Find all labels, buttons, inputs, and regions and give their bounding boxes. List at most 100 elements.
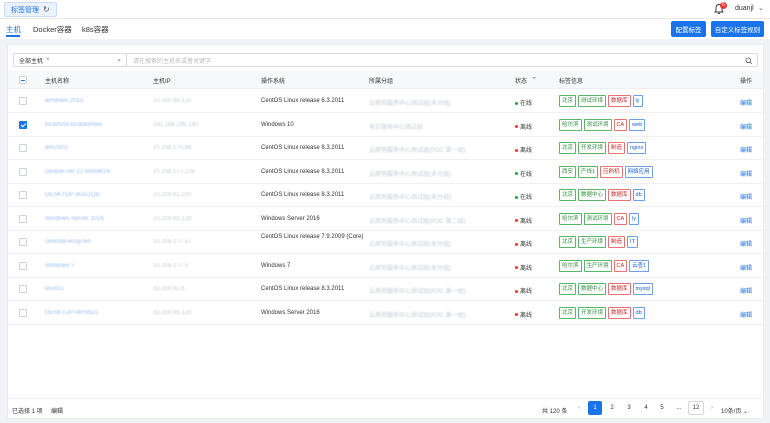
edit-link[interactable]: 编辑: [740, 286, 752, 295]
status-dot-icon: [515, 148, 518, 152]
tag-chip: ly: [632, 95, 643, 107]
col-tags: 标签信息: [559, 79, 584, 85]
edit-link[interactable]: 编辑: [740, 239, 752, 248]
tab-docker[interactable]: Docker容器: [33, 24, 72, 35]
row-checkbox[interactable]: [19, 261, 27, 270]
status-text: 离线: [520, 289, 533, 295]
row-checkbox[interactable]: [19, 308, 27, 317]
tab-tag-management[interactable]: 标签管理 ↻: [4, 2, 57, 17]
row-checkbox[interactable]: [19, 120, 27, 129]
prev-page-button[interactable]: ‹: [572, 401, 586, 415]
hostname-link[interactable]: win2003: [45, 145, 67, 151]
page-3[interactable]: 3: [622, 401, 636, 415]
table-row[interactable]: Windows 7 10.208.177.5 Windows 7 云原则服务中心测试组…: [8, 255, 763, 278]
edit-link[interactable]: 编辑: [740, 169, 752, 178]
edit-link[interactable]: 编辑: [740, 310, 752, 319]
table-row[interactable]: localhost.localdomain 192.168.196.130 Wind…: [8, 114, 763, 137]
edit-link[interactable]: 编辑: [740, 216, 752, 225]
status-text: 在线: [520, 195, 533, 201]
tag-chip: 数据库: [608, 189, 631, 201]
edit-link[interactable]: 编辑: [740, 122, 752, 131]
page-2[interactable]: 2: [605, 401, 619, 415]
tag-chip: 制造: [608, 142, 626, 154]
search-input[interactable]: 请在搜索的主机名或者关键字: [126, 53, 758, 67]
table-row[interactable]: windows-2015 10.200.45.120 CentOS Linux re…: [8, 90, 763, 113]
tab-host[interactable]: 主机: [6, 24, 21, 35]
row-checkbox[interactable]: [19, 167, 27, 176]
tag-chip: 生产环境: [578, 236, 607, 248]
col-status: 状态: [515, 79, 528, 85]
table-row[interactable]: Windows Server 2016 10.208.65.128 Windows …: [8, 208, 763, 231]
tag-chip: 应刷机: [600, 165, 623, 178]
host-group: 云原则服务中心测试组(POC 第一组): [369, 148, 466, 154]
next-page-button[interactable]: ›: [705, 401, 719, 415]
total-count: 共 120 条: [542, 409, 568, 415]
row-checkbox[interactable]: [19, 285, 27, 293]
os-name: CentOS Linux release 8.3.2011: [261, 145, 345, 151]
page-1[interactable]: 1: [588, 401, 602, 415]
configure-tags-button[interactable]: 配置标签: [671, 21, 706, 37]
table-row[interactable]: DESKTOP-9RS6D1 10.208.65.120 Windows Serve…: [8, 302, 763, 325]
hostname-link[interactable]: DESKTOP-4GS1QB: [45, 192, 100, 198]
filter-icon[interactable]: ⏷: [532, 76, 537, 83]
hostname-link[interactable]: linux01: [45, 286, 64, 292]
tag-chip: db: [632, 189, 645, 201]
hostname-link[interactable]: Windows Server 2016: [45, 216, 104, 222]
bulk-edit-button[interactable]: 编辑: [51, 406, 63, 415]
tag-list: 北京 生产环境 制造 IT: [559, 236, 638, 248]
status-text: 离线: [520, 312, 533, 319]
hostname-link[interactable]: DESKTOP-9RS6D1: [45, 310, 98, 316]
select-all-checkbox[interactable]: [19, 76, 27, 84]
table-row[interactable]: win2003 10.208.170.66 CentOS Linux release…: [8, 137, 763, 160]
hostname-link[interactable]: localhost.localdomain: [45, 122, 102, 128]
row-checkbox[interactable]: [19, 214, 27, 223]
host-ip: 10.208.61.220: [153, 192, 192, 198]
hostname-link[interactable]: Windows 7: [45, 263, 74, 269]
chevron-down-icon[interactable]: ⌄: [758, 4, 764, 12]
active-tab-indicator: [6, 35, 20, 37]
table-row[interactable]: caoyue-cet-12-bmo8616 10.208.177.228 CentO…: [8, 161, 763, 184]
os-name: CentOS Linux release 7.9.2009 (Core): [261, 234, 364, 240]
page-ellipsis[interactable]: ...: [672, 401, 686, 415]
clear-icon[interactable]: ×: [46, 57, 50, 63]
status-text: 在线: [520, 101, 533, 107]
table-row[interactable]: DESKTOP-4GS1QB 10.208.61.220 CentOS Linux …: [8, 184, 763, 207]
notification-badge: 6: [720, 2, 727, 9]
row-checkbox[interactable]: [19, 191, 27, 199]
hostname-link[interactable]: centos6-ecsg-ten: [45, 239, 91, 245]
row-checkbox[interactable]: [19, 238, 27, 246]
os-name: CentOS Linux release 8.3.2011: [261, 286, 345, 292]
tag-chip: 数据库: [608, 306, 631, 319]
host-ip: 10.208.61.6: [153, 286, 185, 292]
tab-k8s[interactable]: k8s容器: [82, 24, 109, 35]
table-row[interactable]: linux01 10.208.61.6 CentOS Linux release 8…: [8, 278, 763, 301]
status-text: 离线: [520, 218, 533, 225]
edit-link[interactable]: 编辑: [740, 192, 752, 201]
host-scope-select[interactable]: 全部主机 × ⌄: [13, 53, 127, 67]
edit-link[interactable]: 编辑: [740, 145, 752, 154]
page-4[interactable]: 4: [639, 401, 653, 415]
row-checkbox[interactable]: [19, 144, 27, 152]
tag-list: 哈尔滨 生产环境 CA 云查1: [559, 259, 650, 272]
table-row[interactable]: centos6-ecsg-ten 10.208.177.47 CentOS Linu…: [8, 231, 763, 254]
host-group: 云原则服务中心测试组(POC 第一组): [369, 312, 466, 319]
edit-link[interactable]: 编辑: [740, 98, 752, 107]
hostname-link[interactable]: windows-2015: [45, 98, 83, 104]
edit-link[interactable]: 编辑: [740, 263, 752, 272]
tag-list: 北京 开发环境 制造 nginx: [559, 142, 647, 154]
host-ip: 10.208.177.47: [153, 239, 192, 245]
status-badge: 离线: [515, 263, 532, 272]
os-name: CentOS Linux release 8.3.2011: [261, 168, 345, 175]
custom-tag-rules-button[interactable]: 自定义标签规则: [711, 21, 764, 37]
tag-list: 北京 开发环境 数据库 db: [559, 306, 645, 319]
hostname-link[interactable]: caoyue-cet-12-bmo8616: [45, 169, 110, 175]
page-12[interactable]: 12: [688, 401, 704, 415]
refresh-icon[interactable]: ↻: [43, 5, 50, 14]
page-5[interactable]: 5: [655, 401, 669, 415]
status-badge: 在线: [515, 98, 532, 107]
row-checkbox[interactable]: [19, 97, 27, 105]
tag-chip: 云查1: [629, 259, 650, 272]
page-size-select[interactable]: 10条/页 ⌄: [721, 406, 748, 415]
username[interactable]: duanjl: [735, 5, 754, 12]
search-icon[interactable]: [745, 57, 753, 65]
